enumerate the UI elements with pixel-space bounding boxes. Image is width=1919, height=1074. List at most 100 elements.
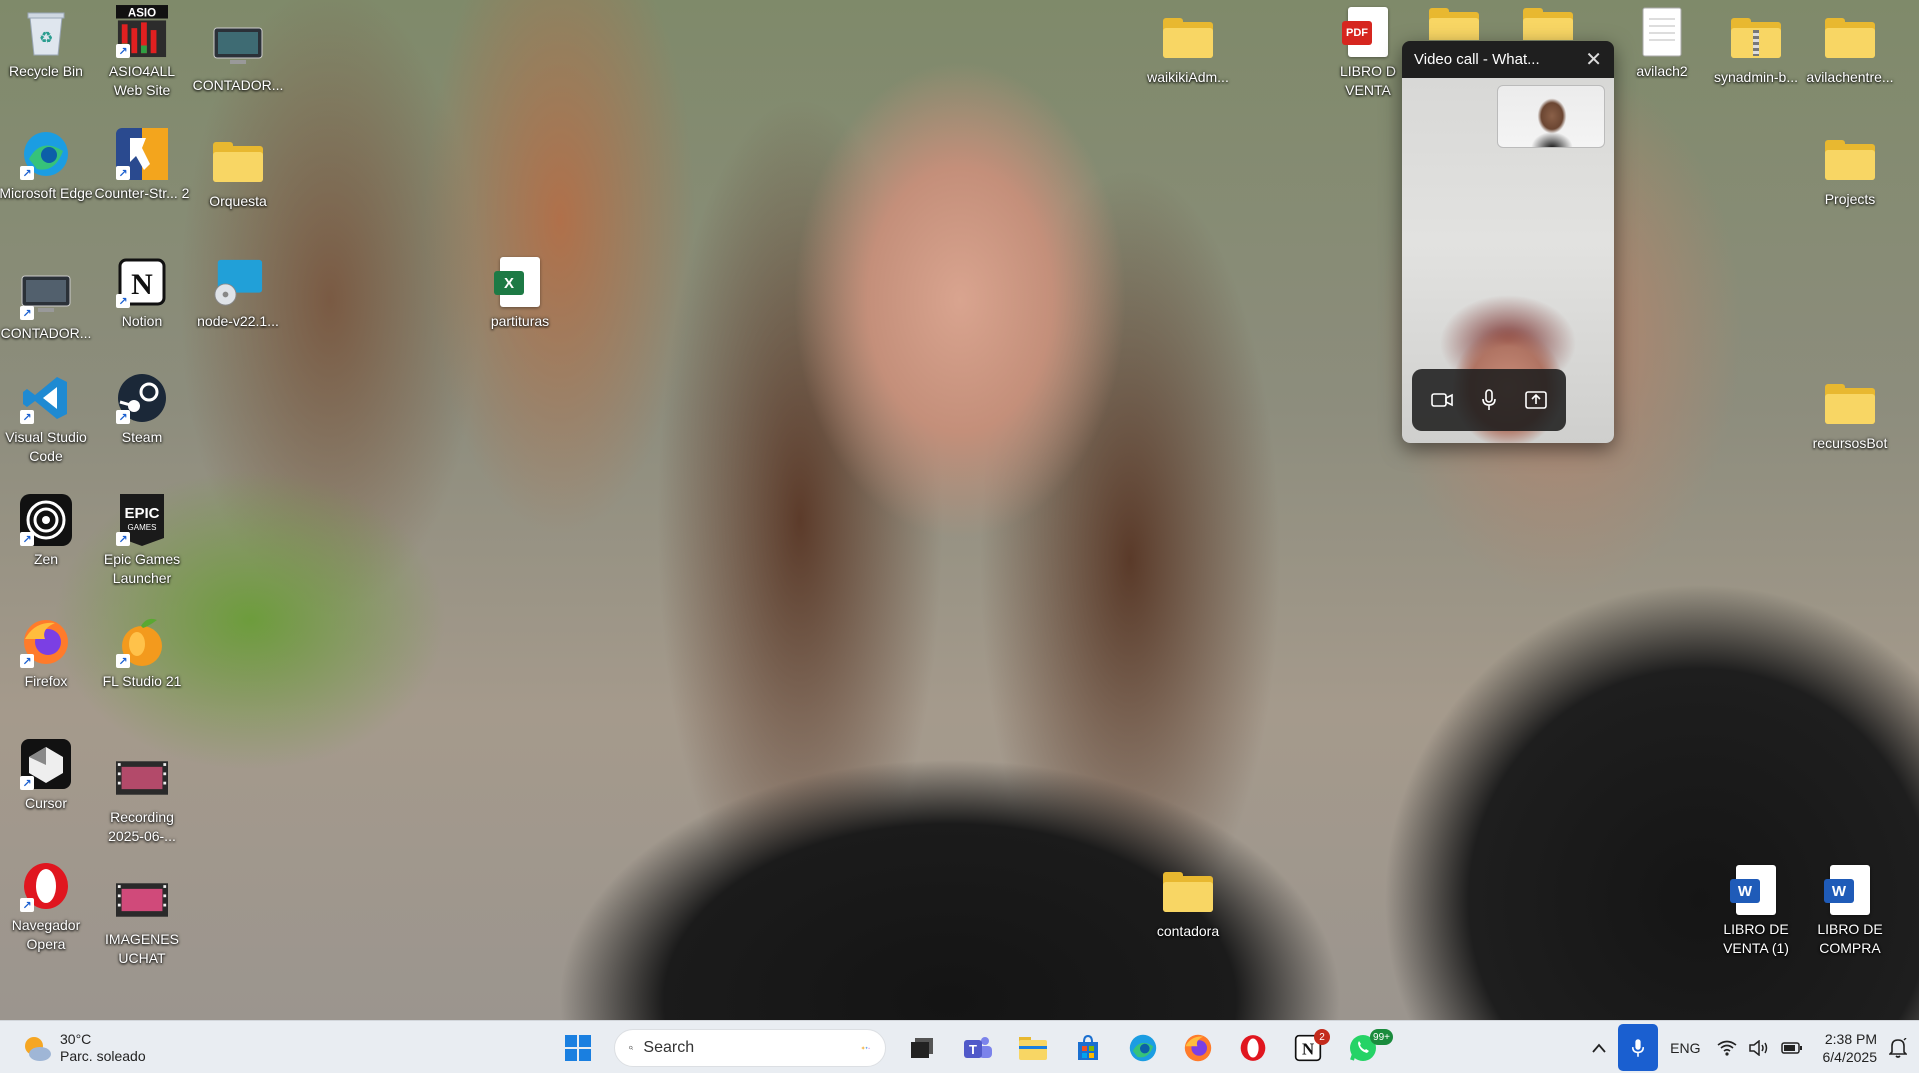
epic-games-icon: EPIC GAMES ↗: [116, 494, 168, 546]
icon-label: Visual Studio Code: [5, 429, 87, 464]
libro-venta-pdf-file[interactable]: PDF LIBRO D VENTA: [1328, 6, 1408, 100]
icon-label: avilach2: [1636, 63, 1688, 79]
shortcut-arrow-icon: ↗: [20, 532, 34, 546]
partituras-file[interactable]: X partituras: [474, 256, 566, 331]
word-icon: W: [1824, 864, 1876, 916]
show-hidden-icons-button[interactable]: [1586, 1021, 1612, 1074]
icon-label: Cursor: [24, 795, 67, 811]
recording-file[interactable]: Recording 2025-06-...: [96, 752, 188, 846]
store-button[interactable]: [1063, 1027, 1112, 1069]
file-explorer-button[interactable]: [1008, 1027, 1057, 1069]
steam-icon: ↗: [116, 372, 168, 424]
self-view-video[interactable]: [1497, 85, 1605, 148]
whatsapp-taskbar-button[interactable]: 99+: [1338, 1027, 1393, 1069]
folder-icon: [1428, 8, 1480, 40]
zen-shortcut[interactable]: ↗ Zen: [0, 494, 92, 569]
opera-icon: ↗: [20, 860, 72, 912]
projects-folder[interactable]: Projects: [1804, 134, 1896, 209]
contadora-folder[interactable]: contadora: [1142, 866, 1234, 941]
steam-shortcut[interactable]: ↗ Steam: [96, 372, 188, 447]
icon-label: Zen: [33, 551, 59, 567]
counter-strike-shortcut[interactable]: ↗ Counter-Str... 2: [94, 128, 190, 203]
start-button[interactable]: [553, 1027, 602, 1069]
icon-label: Steam: [121, 429, 163, 445]
clock-time: 2:38 PM: [1824, 1030, 1877, 1047]
share-screen-button[interactable]: [1516, 380, 1556, 420]
weather-condition: Parc. soleado: [60, 1048, 146, 1064]
weather-widget[interactable]: 30°C Parc. soleado: [22, 1031, 146, 1065]
search-icon: [629, 1045, 634, 1051]
word-icon: W: [1730, 864, 1782, 916]
clock[interactable]: 2:38 PM 6/4/2025: [1813, 1030, 1886, 1066]
node-installer[interactable]: node-v22.1...: [192, 256, 284, 331]
opera-shortcut[interactable]: ↗ Navegador Opera: [0, 860, 92, 954]
taskbar-search[interactable]: [614, 1029, 886, 1067]
wifi-icon: [1717, 1040, 1736, 1056]
icon-label: partituras: [490, 313, 550, 329]
call-titlebar[interactable]: Video call - What... ✕: [1402, 41, 1614, 78]
taskbar-apps: T N 2 99+: [553, 1027, 1393, 1069]
avilachentre-folder[interactable]: avilachentre...: [1804, 12, 1896, 87]
microphone-in-use-indicator[interactable]: [1618, 1024, 1659, 1071]
microphone-icon: [1632, 1038, 1645, 1057]
opera-taskbar-button[interactable]: [1228, 1027, 1277, 1069]
edge-shortcut[interactable]: ↗ Microsoft Edge: [0, 128, 93, 203]
imagenes-uchat-file[interactable]: IMAGENES UCHAT: [96, 874, 188, 968]
orquesta-folder[interactable]: Orquesta: [192, 136, 284, 211]
icon-label: node-v22.1...: [197, 313, 279, 329]
shortcut-arrow-icon: ↗: [116, 166, 130, 180]
fl-studio-shortcut[interactable]: ↗ FL Studio 21: [96, 616, 188, 691]
shortcut-arrow-icon: ↗: [116, 410, 130, 424]
waikiki-folder[interactable]: waikikiAdm...: [1142, 12, 1234, 87]
icon-label: Recycle Bin: [9, 63, 83, 79]
contador-2-shortcut[interactable]: ↗ CONTADOR...: [0, 268, 92, 343]
search-input[interactable]: [643, 1039, 851, 1057]
vscode-shortcut[interactable]: ↗ Visual Studio Code: [0, 372, 92, 466]
recursosbot-folder[interactable]: recursosBot: [1804, 378, 1896, 453]
icon-label: IMAGENES UCHAT: [105, 931, 179, 966]
edge-taskbar-button[interactable]: [1118, 1027, 1167, 1069]
notion-badge: 2: [1314, 1029, 1330, 1045]
language-indicator[interactable]: ENG: [1664, 1021, 1706, 1074]
icon-label: FL Studio 21: [102, 673, 182, 689]
shortcut-arrow-icon: ↗: [20, 410, 34, 424]
folder-icon: [1162, 866, 1214, 918]
notion-taskbar-button[interactable]: N 2: [1283, 1027, 1332, 1069]
icon-label: Recording 2025-06-...: [108, 809, 176, 844]
zip-folder-icon: [1730, 12, 1782, 64]
svg-text:GAMES: GAMES: [128, 523, 157, 532]
synadmin-zip[interactable]: synadmin-b...: [1710, 12, 1802, 87]
svg-text:ASIO: ASIO: [128, 8, 156, 20]
asio4all-icon: ASIO ↗: [116, 5, 168, 58]
firefox-shortcut[interactable]: ↗ Firefox: [0, 616, 92, 691]
video-call-window[interactable]: Video call - What... ✕: [1402, 41, 1614, 443]
icon-label: waikikiAdm...: [1147, 69, 1229, 85]
microsoft-store-icon: [1077, 1034, 1098, 1060]
epic-games-shortcut[interactable]: EPIC GAMES ↗ Epic Games Launcher: [96, 494, 188, 588]
firefox-taskbar-button[interactable]: [1173, 1027, 1222, 1069]
hidden-folder-2[interactable]: [1520, 8, 1576, 40]
libro-venta-1-file[interactable]: W LIBRO DE VENTA (1): [1710, 864, 1802, 958]
avilach2-file[interactable]: avilach2: [1616, 6, 1708, 81]
recycle-bin-shortcut[interactable]: ♻ Recycle Bin: [0, 6, 92, 81]
microphone-toggle-button[interactable]: [1469, 380, 1509, 420]
libro-compra-file[interactable]: W LIBRO DE COMPRA: [1804, 864, 1896, 958]
camera-icon: [1430, 393, 1453, 407]
teams-button[interactable]: T: [953, 1027, 1002, 1069]
opera-icon: [1240, 1035, 1265, 1061]
notifications-button[interactable]: [1885, 1021, 1919, 1074]
close-call-window-button[interactable]: ✕: [1585, 50, 1602, 70]
cursor-shortcut[interactable]: ↗ Cursor: [0, 738, 92, 813]
task-view-button[interactable]: [898, 1027, 947, 1069]
notion-shortcut[interactable]: N ↗ Notion: [96, 256, 188, 331]
network-volume-battery-group[interactable]: [1707, 1021, 1813, 1074]
chevron-up-icon: [1592, 1043, 1606, 1053]
icon-label: Epic Games Launcher: [103, 551, 181, 586]
edge-icon: [1129, 1034, 1156, 1062]
svg-text:N: N: [131, 268, 153, 301]
camera-toggle-button[interactable]: [1422, 380, 1462, 420]
hidden-folder-1[interactable]: [1426, 8, 1482, 40]
asio4all-shortcut[interactable]: ASIO ↗ ASIO4ALL Web Site: [96, 5, 188, 100]
icon-label: Counter-Str... 2: [94, 185, 190, 201]
contador-1-shortcut[interactable]: CONTADOR...: [192, 20, 284, 95]
